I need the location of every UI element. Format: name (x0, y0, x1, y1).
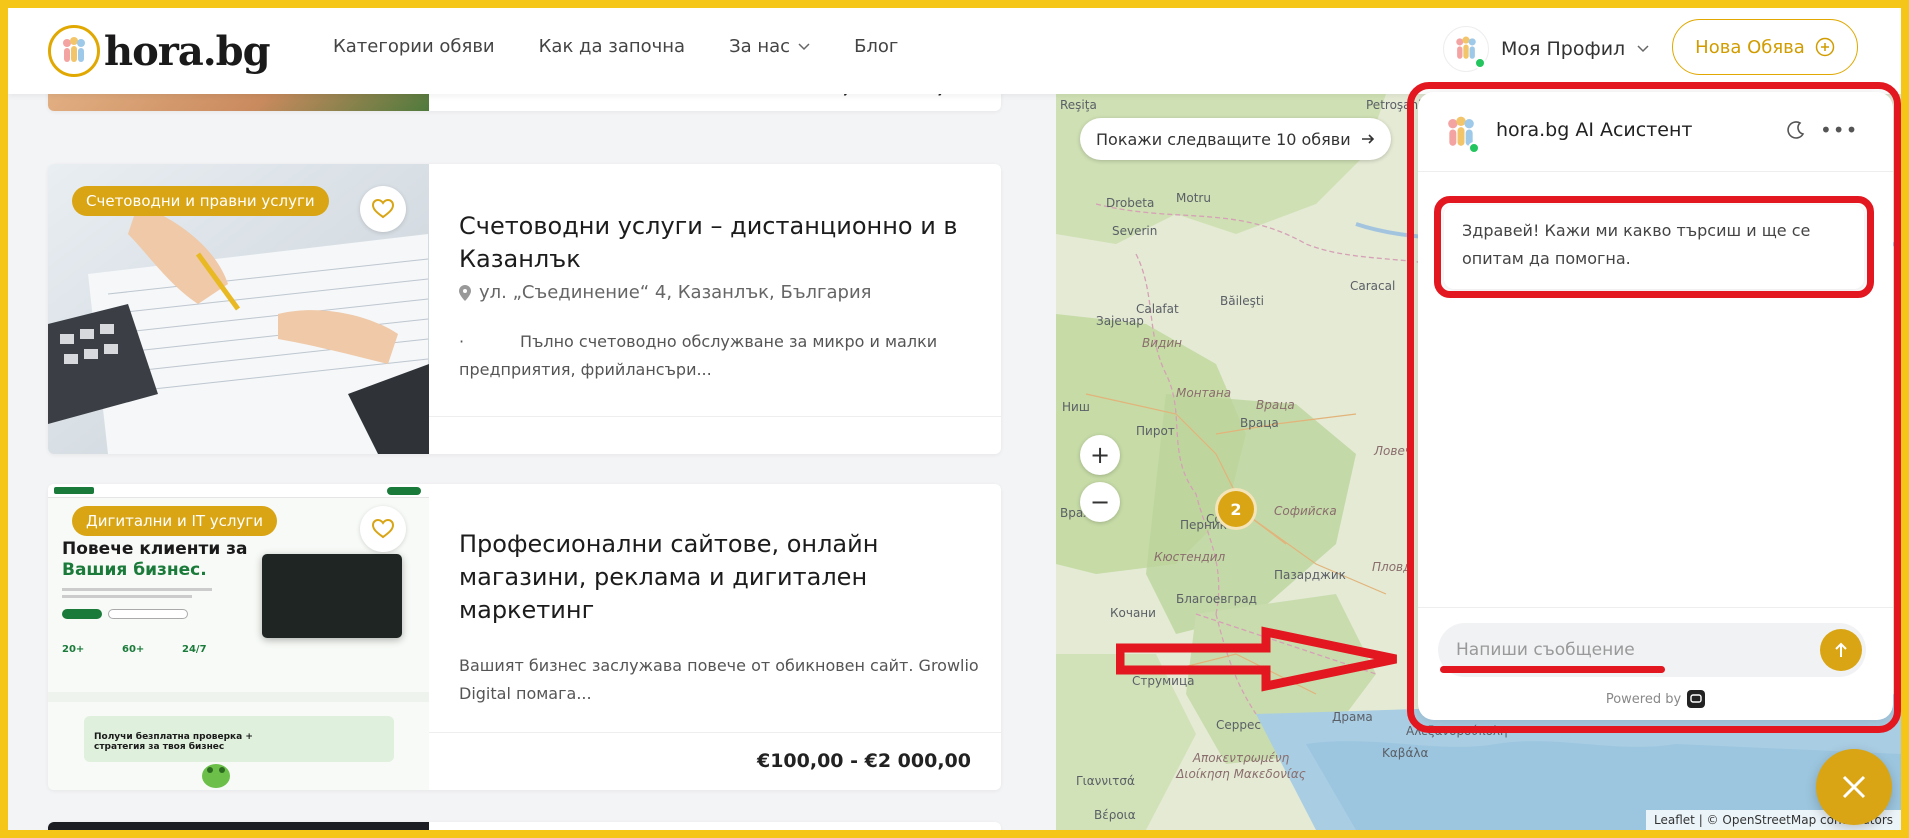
map-place-label: Серрес (1216, 718, 1261, 732)
map-place-label: Αποκεντρωμένη Διοίκηση Μακεδονίας (1176, 751, 1306, 781)
nav-how-to-start[interactable]: Как да започна (539, 36, 685, 57)
thumb-dashboard (262, 554, 402, 638)
listing-card[interactable]: Счетоводни и правни услуги Счетоводни ус… (48, 164, 1001, 454)
divider (429, 732, 1001, 733)
map-place-label: Софийска (1274, 504, 1337, 518)
map-place-label: Благоевград (1176, 592, 1257, 606)
map-place-label: Пловд (1372, 560, 1412, 574)
nav-blog[interactable]: Блог (854, 36, 898, 57)
thumb-cta-box: Получи безплатна проверка + стратегия за… (84, 716, 394, 762)
main-nav: Категории обяви Как да започна За нас Бл… (333, 36, 898, 57)
profile-menu[interactable]: Моя Профил (1443, 26, 1649, 72)
thumb-headline: Повече клиенти за (62, 539, 248, 559)
listing-image (48, 822, 429, 830)
map-place-label: Caracal (1350, 279, 1396, 293)
annotation-arrow-icon (1116, 626, 1397, 692)
chevron-down-icon (798, 42, 810, 50)
people-icon (48, 25, 100, 77)
listing-address: ул. „Съединение“ 4, Казанлък, България (459, 282, 871, 303)
map-place-label: Drobeta (1106, 196, 1155, 210)
map-place-label: Ниш (1062, 400, 1090, 414)
thumb-logo (54, 487, 94, 494)
heart-icon (372, 199, 394, 219)
nav-categories[interactable]: Категории обяви (333, 36, 495, 57)
nav-about[interactable]: За нас (729, 36, 810, 57)
close-chat-button[interactable] (1816, 749, 1892, 825)
site-logo[interactable]: hora.bg (48, 25, 271, 77)
map-place-label: Кочани (1110, 606, 1156, 620)
annotation-highlight-box (1407, 82, 1901, 733)
thumb-strip (48, 692, 429, 702)
show-next-label: Покажи следващите 10 обяви (1096, 129, 1351, 149)
map-place-label: Видин (1142, 336, 1182, 350)
map-place-label: Враца (1240, 416, 1279, 430)
avatar (1443, 26, 1489, 72)
listing-title[interactable]: Професионални сайтове, онлайн магазини, … (459, 528, 979, 627)
page: hora.bg Категории обяви Как да започна З… (8, 8, 1901, 830)
close-icon (1842, 775, 1866, 799)
map-place-label: Зајечар (1096, 314, 1144, 328)
thumb-stat: 20+ (62, 644, 85, 655)
plus-circle-icon (1815, 37, 1835, 57)
chevron-down-icon (1637, 45, 1649, 53)
nav-label: Категории обяви (333, 36, 495, 57)
map-place-label: Băileşti (1220, 294, 1264, 308)
thumb-headline-accent: Вашия бизнес. (62, 560, 207, 580)
map-place-label: Καβάλα (1382, 746, 1429, 760)
map-place-label: Монтана (1176, 386, 1232, 400)
map-place-label: Пазарджик (1274, 568, 1346, 582)
listing-description: · Пълно счетоводно обслужване за микро и… (459, 332, 943, 379)
map-place-label: Γιαννιτσά (1076, 774, 1135, 788)
thumb-line (62, 588, 212, 591)
map-cluster-marker[interactable]: 2 (1215, 488, 1257, 530)
profile-label: Моя Профил (1501, 38, 1626, 60)
listing-description: Вашият бизнес заслужава повече от обикно… (459, 656, 979, 703)
zoom-in-button[interactable]: + (1080, 435, 1120, 475)
thumb-cta (387, 487, 421, 495)
map-place-label: Motru (1176, 191, 1211, 205)
listing-title[interactable]: Счетоводни услуги – дистанционно и в Каз… (459, 210, 979, 276)
map-place-label: Драма (1332, 710, 1373, 724)
thumb-navbar (48, 484, 429, 498)
thumb-stat: 60+ (122, 644, 145, 655)
thumb-line (62, 595, 192, 598)
address-text: ул. „Съединение“ 4, Казанлък, България (479, 282, 872, 303)
new-listing-label: Нова Обява (1695, 36, 1805, 58)
favorite-button[interactable] (360, 506, 406, 552)
map-place-label: Severin (1112, 224, 1158, 238)
listing-card[interactable]: Повече клиенти за Вашия бизнес. 20+ 60+ … (48, 484, 1001, 790)
online-status-dot (1474, 57, 1486, 69)
listing-price: €100,00 - €2 000,00 (756, 750, 971, 772)
logo-text: hora.bg (104, 27, 271, 75)
listing-card[interactable] (48, 822, 1001, 830)
nav-label: За нас (729, 36, 791, 57)
mascot-icon (202, 764, 230, 788)
heart-icon (372, 519, 394, 539)
thumb-stat: 24/7 (182, 644, 207, 655)
new-listing-button[interactable]: Нова Обява (1672, 19, 1858, 75)
thumb-cta-text: Получи безплатна проверка + стратегия за… (94, 732, 253, 752)
show-next-button[interactable]: Покажи следващите 10 обяви (1080, 118, 1391, 160)
thumb-button (62, 609, 102, 619)
category-tag[interactable]: Счетоводни и правни услуги (72, 186, 329, 216)
map-place-label: Βέροια (1094, 808, 1136, 822)
map-place-label: Пирот (1136, 424, 1175, 438)
thumb-button (108, 609, 188, 619)
map-pin-icon (459, 284, 471, 301)
nav-label: Блог (854, 36, 899, 57)
divider (429, 416, 1001, 417)
arrow-right-icon (1361, 134, 1374, 144)
category-tag[interactable]: Дигитални и IT услуги (72, 506, 278, 536)
map-place-label: Кюстендил (1154, 550, 1226, 564)
map-place-label: Враца (1256, 398, 1295, 412)
zoom-out-button[interactable]: − (1080, 482, 1120, 522)
map-place-label: Reşiţa (1060, 98, 1097, 112)
favorite-button[interactable] (360, 186, 406, 232)
nav-label: Как да започна (538, 36, 686, 57)
